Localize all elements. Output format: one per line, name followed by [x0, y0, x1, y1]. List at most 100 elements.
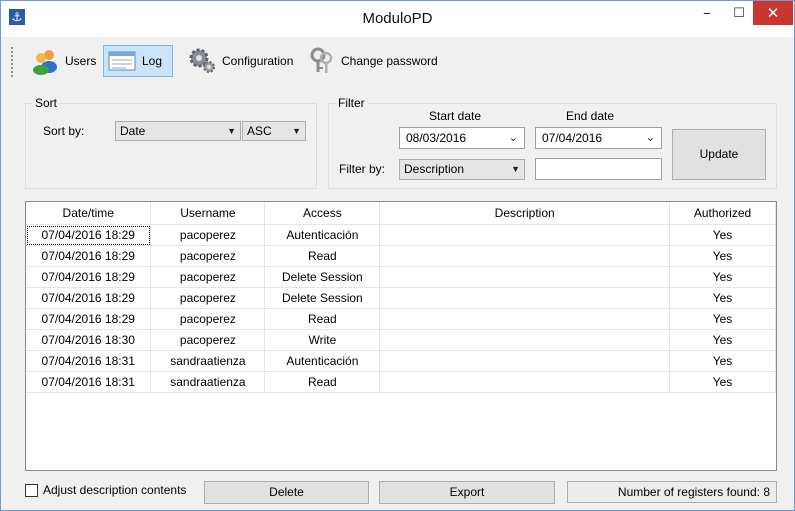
change-password-label: Change password [341, 54, 438, 68]
start-date-label: Start date [429, 109, 482, 123]
sort-field-value: Date [120, 124, 146, 138]
table-row[interactable]: 07/04/2016 18:29 pacoperez Read Yes [26, 245, 776, 267]
column-header-authorized[interactable]: Authorized [669, 202, 776, 225]
cell-description[interactable] [379, 350, 671, 372]
cell-access[interactable]: Read [264, 245, 381, 267]
cell-username[interactable]: pacoperez [150, 287, 266, 309]
toolbar: Users Log Configuration Change password [1, 37, 794, 85]
configuration-label: Configuration [222, 54, 294, 68]
cell-username[interactable]: pacoperez [150, 224, 266, 246]
cell-description[interactable] [379, 308, 671, 330]
filter-by-label: Filter by: [339, 162, 386, 176]
export-button[interactable]: Export [379, 481, 555, 504]
end-date-value: 07/04/2016 [542, 131, 603, 145]
gear-icon [189, 48, 215, 73]
sort-group-title: Sort [32, 96, 61, 110]
cell-access[interactable]: Read [264, 371, 381, 393]
cell-username[interactable]: pacoperez [150, 266, 266, 288]
update-button[interactable]: Update [672, 129, 766, 180]
cell-datetime[interactable]: 07/04/2016 18:29 [26, 224, 152, 246]
cell-access[interactable]: Autenticación [264, 350, 381, 372]
cell-description[interactable] [379, 371, 671, 393]
chevron-down-icon: ⌄ [508, 131, 518, 144]
end-date-label: End date [566, 109, 615, 123]
column-header-username[interactable]: Username [150, 202, 266, 225]
adjust-description-checkbox[interactable] [25, 484, 38, 497]
configuration-button[interactable]: Configuration [184, 45, 299, 77]
table-row[interactable]: 07/04/2016 18:31 sandraatienza Autentica… [26, 350, 776, 372]
cell-datetime[interactable]: 07/04/2016 18:30 [26, 329, 152, 351]
cell-authorized[interactable]: Yes [669, 329, 776, 351]
cell-username[interactable]: sandraatienza [150, 350, 266, 372]
table-row[interactable]: 07/04/2016 18:31 sandraatienza Read Yes [26, 371, 776, 393]
cell-authorized[interactable]: Yes [669, 224, 776, 246]
start-date-picker[interactable]: 08/03/2016 ⌄ [399, 127, 525, 149]
filter-text-input[interactable] [535, 158, 662, 180]
cell-description[interactable] [379, 266, 671, 288]
cell-access[interactable]: Delete Session [264, 287, 381, 309]
column-header-datetime[interactable]: Date/time [26, 202, 152, 225]
sort-order-value: ASC [247, 124, 272, 138]
log-table-grid: Date/time Username Access Description Au… [26, 202, 776, 393]
cell-username[interactable]: pacoperez [150, 308, 266, 330]
table-row[interactable]: 07/04/2016 18:29 pacoperez Read Yes [26, 308, 776, 330]
cell-datetime[interactable]: 07/04/2016 18:29 [26, 287, 152, 309]
cell-description[interactable] [379, 287, 671, 309]
cell-authorized[interactable]: Yes [669, 350, 776, 372]
log-table[interactable]: Date/time Username Access Description Au… [25, 201, 777, 471]
filter-field-select[interactable]: Description ▼ [399, 159, 525, 180]
cell-datetime[interactable]: 07/04/2016 18:29 [26, 308, 152, 330]
cell-access[interactable]: Autenticación [264, 224, 381, 246]
cell-authorized[interactable]: Yes [669, 287, 776, 309]
close-button[interactable]: ✕ [753, 1, 793, 25]
delete-button[interactable]: Delete [204, 481, 369, 504]
cell-authorized[interactable]: Yes [669, 245, 776, 267]
cell-datetime[interactable]: 07/04/2016 18:31 [26, 350, 152, 372]
cell-datetime[interactable]: 07/04/2016 18:29 [26, 245, 152, 267]
status-count: Number of registers found: 8 [567, 481, 777, 503]
sort-order-select[interactable]: ASC ▼ [242, 121, 306, 141]
chevron-down-icon: ▼ [227, 126, 236, 136]
end-date-picker[interactable]: 07/04/2016 ⌄ [535, 127, 662, 149]
filter-group-title: Filter [335, 96, 368, 110]
log-icon [108, 51, 136, 71]
table-row[interactable]: 07/04/2016 18:29 pacoperez Autenticación… [26, 224, 776, 246]
chevron-down-icon: ⌄ [645, 131, 655, 144]
cell-description[interactable] [379, 245, 671, 267]
cell-access[interactable]: Read [264, 308, 381, 330]
table-header-row: Date/time Username Access Description Au… [26, 202, 776, 225]
filter-field-value: Description [404, 162, 465, 176]
cell-username[interactable]: pacoperez [150, 329, 266, 351]
cell-datetime[interactable]: 07/04/2016 18:31 [26, 371, 152, 393]
cell-authorized[interactable]: Yes [669, 371, 776, 393]
log-label: Log [142, 54, 163, 68]
column-header-access[interactable]: Access [264, 202, 381, 225]
users-icon [33, 50, 57, 75]
log-button[interactable]: Log [103, 45, 173, 77]
table-row[interactable]: 07/04/2016 18:29 pacoperez Delete Sessio… [26, 287, 776, 309]
chevron-down-icon: ▼ [292, 126, 301, 136]
cell-datetime[interactable]: 07/04/2016 18:29 [26, 266, 152, 288]
window-title: ModuloPD [362, 10, 433, 27]
column-header-description[interactable]: Description [379, 202, 671, 225]
cell-description[interactable] [379, 329, 671, 351]
maximize-button[interactable]: ☐ [726, 1, 752, 29]
adjust-description-label: Adjust description contents [43, 483, 187, 497]
sort-by-label: Sort by: [43, 124, 85, 138]
cell-description[interactable] [379, 224, 671, 246]
start-date-value: 08/03/2016 [406, 131, 467, 145]
cell-access[interactable]: Delete Session [264, 266, 381, 288]
sort-field-select[interactable]: Date ▼ [115, 121, 241, 141]
cell-authorized[interactable]: Yes [669, 266, 776, 288]
users-button[interactable]: Users [27, 45, 102, 77]
keys-icon [310, 47, 333, 73]
sort-group: Sort [25, 96, 317, 189]
cell-username[interactable]: sandraatienza [150, 371, 266, 393]
table-row[interactable]: 07/04/2016 18:29 pacoperez Delete Sessio… [26, 266, 776, 288]
cell-authorized[interactable]: Yes [669, 308, 776, 330]
table-row[interactable]: 07/04/2016 18:30 pacoperez Write Yes [26, 329, 776, 351]
cell-username[interactable]: pacoperez [150, 245, 266, 267]
cell-access[interactable]: Write [264, 329, 381, 351]
minimize-button[interactable]: – [694, 1, 720, 29]
change-password-button[interactable]: Change password [303, 45, 444, 77]
